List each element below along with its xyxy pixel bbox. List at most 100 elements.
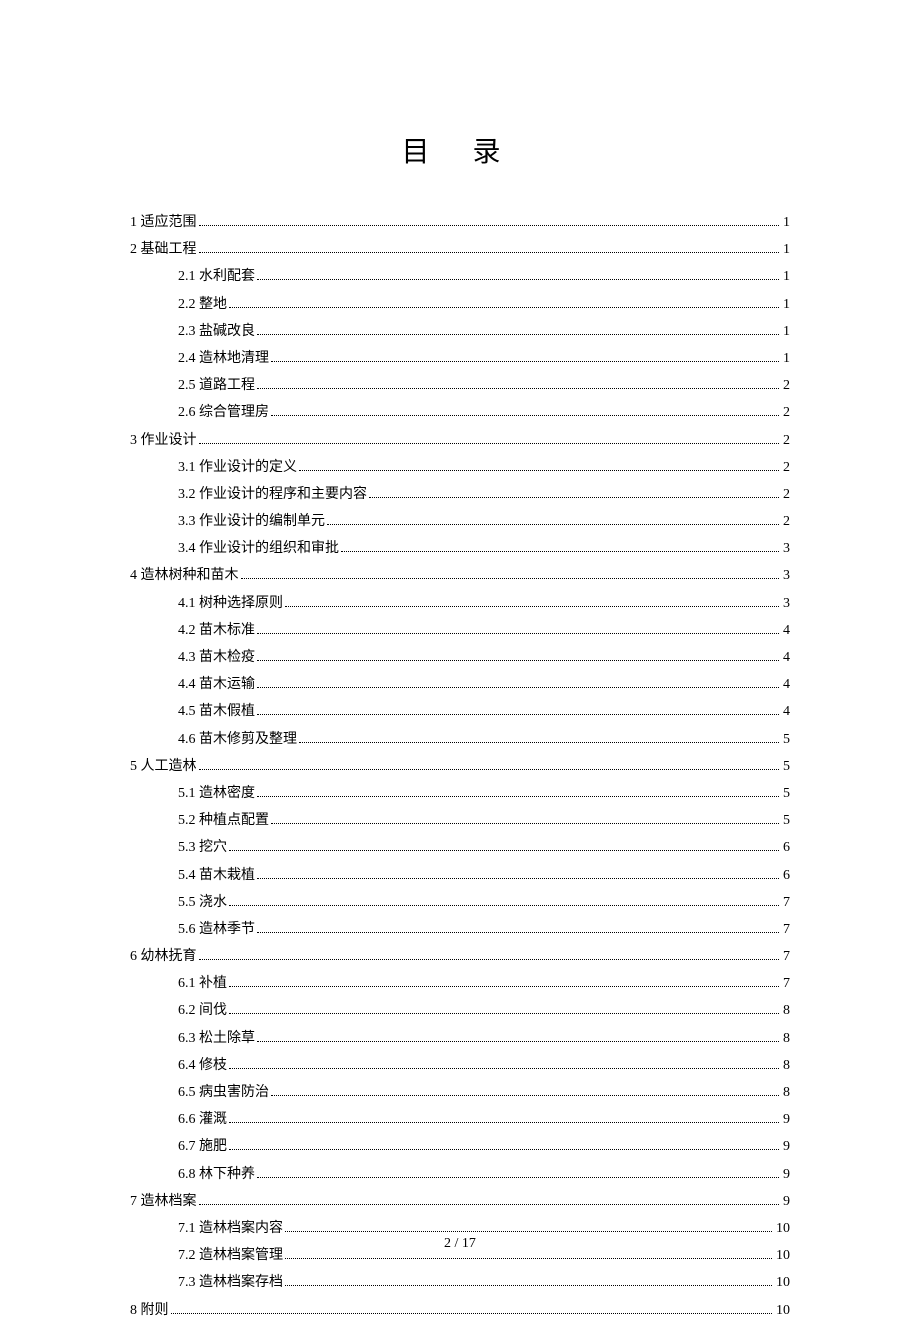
toc-leader-dots bbox=[229, 850, 779, 851]
toc-page-number: 10 bbox=[776, 1270, 790, 1295]
toc-page-number: 10 bbox=[776, 1298, 790, 1323]
toc-page-number: 6 bbox=[783, 863, 790, 888]
toc-label: 3.3 作业设计的编制单元 bbox=[178, 509, 325, 534]
toc-leader-dots bbox=[171, 1313, 773, 1314]
toc-page-number: 8 bbox=[783, 1026, 790, 1051]
table-of-contents: 1 适应范围12 基础工程12.1 水利配套12.2 整地12.3 盐碱改良12… bbox=[130, 210, 790, 1323]
toc-label: 3 作业设计 bbox=[130, 428, 197, 453]
toc-page-number: 4 bbox=[783, 645, 790, 670]
toc-label: 2.2 整地 bbox=[178, 292, 227, 317]
toc-label: 2 基础工程 bbox=[130, 237, 197, 262]
toc-leader-dots bbox=[285, 606, 779, 607]
toc-label: 2.6 综合管理房 bbox=[178, 400, 269, 425]
toc-page-number: 8 bbox=[783, 1053, 790, 1078]
toc-row: 3.1 作业设计的定义2 bbox=[130, 455, 790, 480]
toc-leader-dots bbox=[299, 470, 779, 471]
toc-label: 2.5 道路工程 bbox=[178, 373, 255, 398]
toc-label: 3.2 作业设计的程序和主要内容 bbox=[178, 482, 367, 507]
toc-label: 2.3 盐碱改良 bbox=[178, 319, 255, 344]
toc-row: 6.2 间伐8 bbox=[130, 998, 790, 1023]
toc-row: 5 人工造林5 bbox=[130, 754, 790, 779]
toc-leader-dots bbox=[199, 1204, 780, 1205]
toc-row: 6.3 松土除草 8 bbox=[130, 1026, 790, 1051]
page-title: 目 录 bbox=[130, 130, 790, 170]
toc-page-number: 1 bbox=[783, 264, 790, 289]
toc-page-number: 9 bbox=[783, 1134, 790, 1159]
toc-row: 5.4 苗木栽植 6 bbox=[130, 863, 790, 888]
toc-leader-dots bbox=[199, 959, 780, 960]
toc-row: 5.2 种植点配置5 bbox=[130, 808, 790, 833]
toc-row: 8 附则10 bbox=[130, 1298, 790, 1323]
toc-leader-dots bbox=[241, 578, 780, 579]
toc-leader-dots bbox=[257, 388, 779, 389]
toc-page-number: 5 bbox=[783, 808, 790, 833]
toc-row: 3.3 作业设计的编制单元 2 bbox=[130, 509, 790, 534]
toc-row: 5.3 挖穴6 bbox=[130, 835, 790, 860]
toc-page-number: 4 bbox=[783, 672, 790, 697]
toc-leader-dots bbox=[257, 1177, 779, 1178]
toc-leader-dots bbox=[327, 524, 779, 525]
toc-page-number: 2 bbox=[783, 455, 790, 480]
toc-row: 3.4 作业设计的组织和审批3 bbox=[130, 536, 790, 561]
toc-label: 6.7 施肥 bbox=[178, 1134, 227, 1159]
toc-leader-dots bbox=[257, 334, 779, 335]
toc-leader-dots bbox=[271, 415, 779, 416]
toc-row: 4.2 苗木标准4 bbox=[130, 618, 790, 643]
toc-label: 6.4 修枝 bbox=[178, 1053, 227, 1078]
toc-page-number: 2 bbox=[783, 428, 790, 453]
toc-row: 2.6 综合管理房2 bbox=[130, 400, 790, 425]
toc-leader-dots bbox=[257, 714, 779, 715]
toc-label: 7 造林档案 bbox=[130, 1189, 197, 1214]
toc-label: 6 幼林抚育 bbox=[130, 944, 197, 969]
toc-page-number: 3 bbox=[783, 536, 790, 561]
toc-row: 4 造林树种和苗木3 bbox=[130, 563, 790, 588]
toc-label: 6.1 补植 bbox=[178, 971, 227, 996]
toc-leader-dots bbox=[257, 633, 779, 634]
toc-page-number: 1 bbox=[783, 210, 790, 235]
toc-leader-dots bbox=[257, 878, 779, 879]
toc-leader-dots bbox=[229, 986, 779, 987]
toc-label: 5 人工造林 bbox=[130, 754, 197, 779]
toc-label: 1 适应范围 bbox=[130, 210, 197, 235]
toc-leader-dots bbox=[271, 823, 779, 824]
toc-row: 3.2 作业设计的程序和主要内容 2 bbox=[130, 482, 790, 507]
toc-page-number: 2 bbox=[783, 373, 790, 398]
toc-page-number: 1 bbox=[783, 292, 790, 317]
toc-leader-dots bbox=[199, 252, 780, 253]
toc-leader-dots bbox=[229, 1122, 779, 1123]
toc-leader-dots bbox=[285, 1231, 772, 1232]
toc-label: 2.1 水利配套 bbox=[178, 264, 255, 289]
toc-leader-dots bbox=[229, 307, 779, 308]
toc-row: 2 基础工程1 bbox=[130, 237, 790, 262]
toc-page-number: 7 bbox=[783, 917, 790, 942]
toc-page-number: 4 bbox=[783, 618, 790, 643]
toc-page-number: 2 bbox=[783, 509, 790, 534]
toc-page-number: 9 bbox=[783, 1107, 790, 1132]
toc-row: 5.1 造林密度5 bbox=[130, 781, 790, 806]
toc-row: 6 幼林抚育7 bbox=[130, 944, 790, 969]
toc-row: 7.3 造林档案存档10 bbox=[130, 1270, 790, 1295]
toc-page-number: 3 bbox=[783, 591, 790, 616]
toc-row: 6.5 病虫害防治8 bbox=[130, 1080, 790, 1105]
toc-row: 2.4 造林地清理1 bbox=[130, 346, 790, 371]
toc-page-number: 8 bbox=[783, 1080, 790, 1105]
toc-page-number: 9 bbox=[783, 1189, 790, 1214]
toc-row: 7 造林档案 9 bbox=[130, 1189, 790, 1214]
toc-page-number: 1 bbox=[783, 346, 790, 371]
toc-label: 4 造林树种和苗木 bbox=[130, 563, 239, 588]
toc-leader-dots bbox=[369, 497, 779, 498]
toc-row: 6.1 补植7 bbox=[130, 971, 790, 996]
toc-row: 1 适应范围 1 bbox=[130, 210, 790, 235]
toc-label: 5.4 苗木栽植 bbox=[178, 863, 255, 888]
toc-row: 4.6 苗木修剪及整理5 bbox=[130, 727, 790, 752]
toc-label: 4.6 苗木修剪及整理 bbox=[178, 727, 297, 752]
toc-leader-dots bbox=[285, 1258, 772, 1259]
toc-row: 4.4 苗木运输4 bbox=[130, 672, 790, 697]
toc-leader-dots bbox=[199, 769, 780, 770]
toc-row: 6.7 施肥 9 bbox=[130, 1134, 790, 1159]
toc-leader-dots bbox=[229, 1013, 779, 1014]
toc-leader-dots bbox=[341, 551, 779, 552]
toc-page-number: 7 bbox=[783, 890, 790, 915]
toc-label: 6.3 松土除草 bbox=[178, 1026, 255, 1051]
toc-page-number: 2 bbox=[783, 482, 790, 507]
